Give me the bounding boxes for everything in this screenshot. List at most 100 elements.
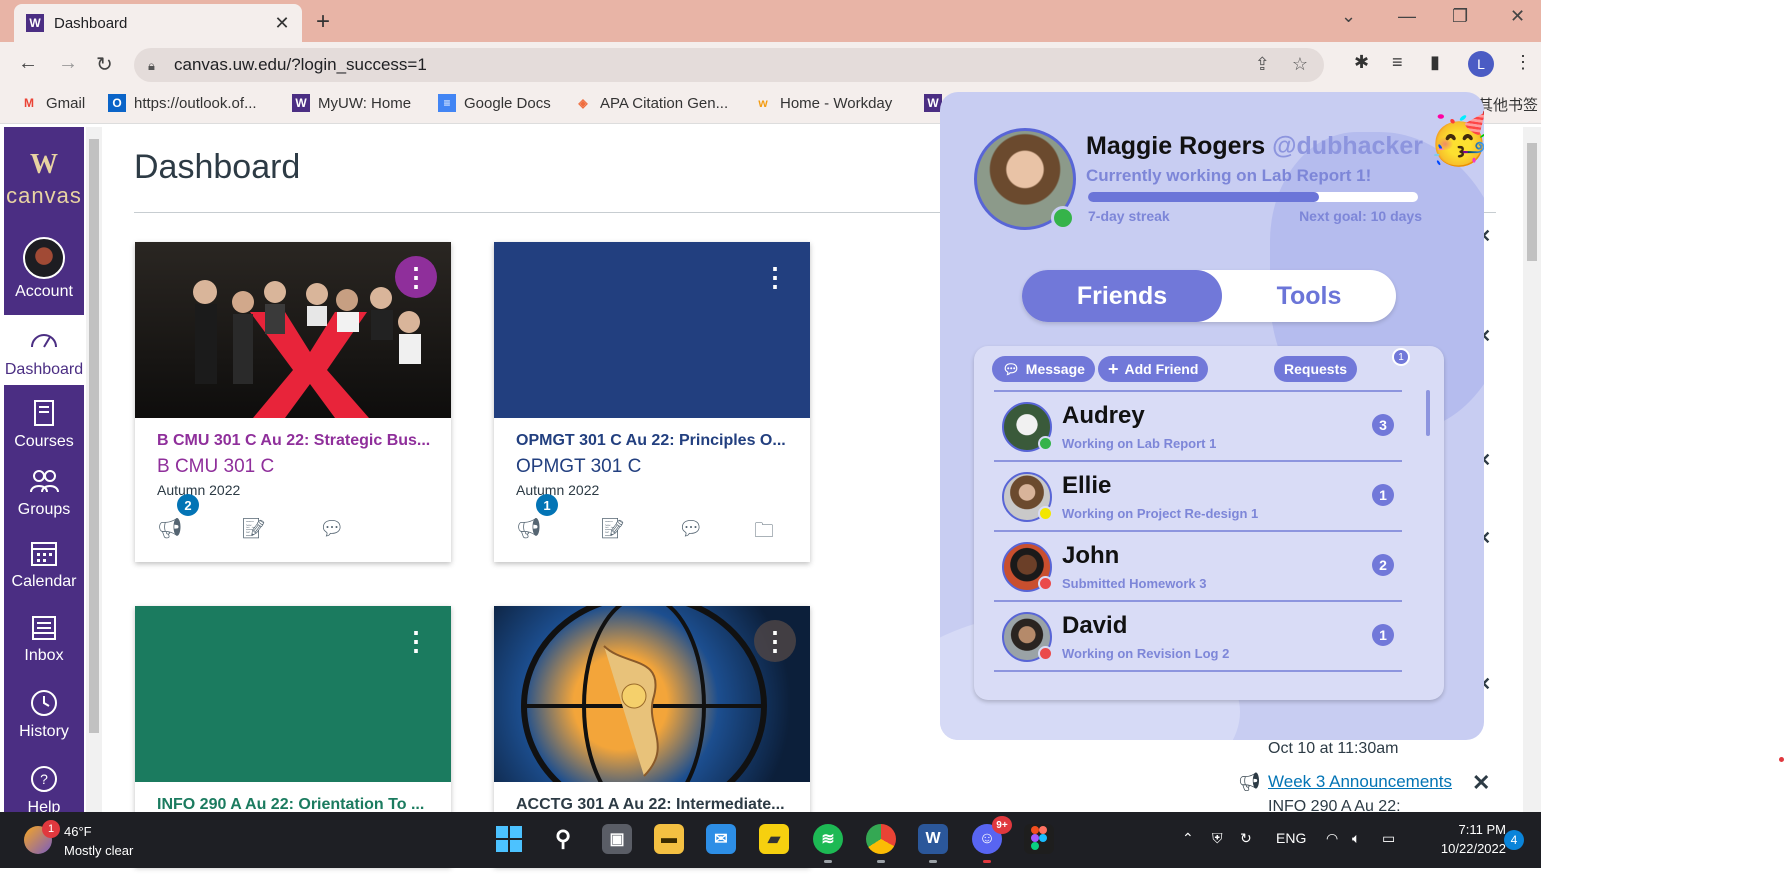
- course-card[interactable]: ⋮ B CMU 301 C Au 22: Strategic Bus... B …: [135, 242, 451, 562]
- sync-icon[interactable]: ↻: [1240, 830, 1252, 847]
- language-indicator[interactable]: ENG: [1276, 830, 1306, 846]
- friend-row-john[interactable]: John Submitted Homework 3 2: [994, 532, 1402, 602]
- course-card-image[interactable]: ⋮: [494, 242, 810, 418]
- nav-scrollbar-thumb[interactable]: [89, 139, 99, 733]
- bookmark-apa[interactable]: ◈ APA Citation Gen...: [574, 94, 728, 112]
- discussions-icon[interactable]: 💬︎: [678, 516, 704, 540]
- nav-courses[interactable]: Courses: [4, 397, 84, 451]
- start-icon[interactable]: [494, 824, 524, 854]
- close-tab-icon[interactable]: ✕: [268, 13, 296, 34]
- files-icon[interactable]: 🗀︎: [754, 516, 780, 542]
- share-icon[interactable]: ⇪: [1255, 54, 1270, 75]
- bookmark-star-icon[interactable]: ☆: [1292, 54, 1308, 75]
- bookmark-myuw[interactable]: W MyUW: Home: [292, 94, 411, 112]
- panel-tab-switcher: Friends Tools: [1022, 270, 1396, 322]
- sticky-notes-icon[interactable]: ▰: [759, 824, 789, 854]
- bookmark-workday[interactable]: w Home - Workday: [754, 94, 892, 112]
- todo-link[interactable]: Week 3 Announcements: [1268, 772, 1452, 792]
- reload-icon[interactable]: ↻: [96, 52, 113, 77]
- announcements-icon[interactable]: 📢︎: [157, 516, 183, 540]
- back-icon[interactable]: ←: [18, 52, 38, 75]
- profile-handle: @dubhacker: [1272, 132, 1423, 160]
- friends-scrollbar[interactable]: [1426, 390, 1430, 436]
- nav-inbox[interactable]: Inbox: [4, 611, 84, 665]
- new-tab-icon[interactable]: +: [316, 8, 330, 36]
- card-options-icon[interactable]: ⋮: [395, 256, 437, 298]
- notification-badge[interactable]: 4: [1504, 830, 1524, 850]
- friend-row-david[interactable]: David Working on Revision Log 2 1: [994, 602, 1402, 672]
- assignments-icon[interactable]: 📝︎: [241, 516, 267, 540]
- clock-time[interactable]: 7:11 PM: [1440, 822, 1506, 837]
- screen: W Dashboard ✕ + ⌄ — ❐ ✕ ← → ↻ 🔒︎ canvas.…: [0, 0, 1787, 878]
- forward-icon[interactable]: →: [58, 52, 78, 75]
- card-options-icon[interactable]: ⋮: [754, 620, 796, 662]
- course-card-name[interactable]: OPMGT 301 C Au 22: Principles O...: [516, 432, 796, 450]
- reading-list-icon[interactable]: ≡: [1392, 52, 1403, 73]
- address-bar[interactable]: 🔒︎ canvas.uw.edu/?login_success=1 ⇪ ☆: [134, 48, 1324, 82]
- profile-avatar[interactable]: L: [1468, 51, 1494, 77]
- dismiss-todo-icon[interactable]: ✕: [1472, 770, 1490, 796]
- search-icon[interactable]: ⚲: [548, 824, 578, 854]
- add-friend-button[interactable]: + Add Friend: [1098, 356, 1209, 382]
- restore-icon[interactable]: ❐: [1452, 6, 1468, 27]
- bookmark-outlook[interactable]: Ohttps://outlook.of...: [108, 94, 257, 112]
- battery-icon[interactable]: ▭: [1382, 830, 1395, 847]
- page-scrollbar-thumb[interactable]: [1527, 143, 1537, 261]
- word-icon[interactable]: W: [918, 824, 948, 854]
- course-card-image[interactable]: ⋮: [135, 242, 451, 418]
- message-button[interactable]: 💬︎ Message: [992, 356, 1095, 382]
- course-card-image[interactable]: ⋮: [135, 606, 451, 782]
- minimize-icon[interactable]: —: [1398, 6, 1416, 27]
- assignments-icon[interactable]: 📝︎: [600, 516, 626, 540]
- nav-groups[interactable]: Groups: [4, 465, 84, 519]
- tab-friends[interactable]: Friends: [1022, 270, 1222, 322]
- security-icon[interactable]: ⛨: [1212, 830, 1223, 847]
- spotify-icon[interactable]: ≋: [813, 824, 843, 854]
- page-scrollbar[interactable]: [1523, 127, 1541, 813]
- course-card-image[interactable]: ⋮: [494, 606, 810, 782]
- weather-desc[interactable]: Mostly clear: [64, 843, 133, 858]
- nav-calendar[interactable]: Calendar: [4, 537, 84, 591]
- requests-button[interactable]: Requests: [1274, 356, 1358, 382]
- announcements-icon[interactable]: 📢︎: [516, 516, 542, 540]
- file-explorer-icon[interactable]: ▬: [654, 824, 684, 854]
- course-card-code: OPMGT 301 C: [516, 456, 642, 477]
- task-view-icon[interactable]: ▣: [602, 824, 632, 854]
- course-card[interactable]: ⋮ OPMGT 301 C Au 22: Principles O... OPM…: [494, 242, 810, 562]
- clock-date[interactable]: 10/22/2022: [1420, 841, 1506, 856]
- tray-chevron-icon[interactable]: ⌃: [1182, 830, 1194, 847]
- wifi-icon[interactable]: ◠: [1326, 830, 1338, 847]
- bookmark-gmail[interactable]: M Gmail: [20, 94, 85, 112]
- chrome-icon[interactable]: [866, 824, 896, 854]
- friend-row-audrey[interactable]: Audrey Working on Lab Report 1 3: [994, 392, 1402, 462]
- friend-activity: Working on Project Re-design 1: [1062, 506, 1259, 521]
- tab-search-icon[interactable]: ⌄: [1341, 6, 1356, 27]
- menu-icon[interactable]: ⋮: [1514, 52, 1532, 73]
- friend-name: Ellie: [1062, 472, 1112, 499]
- nav-account[interactable]: Account: [4, 237, 84, 301]
- party-face-icon: 🥳: [1428, 111, 1484, 167]
- calendar-icon: [31, 542, 57, 566]
- nav-dashboard[interactable]: Dashboard: [4, 315, 84, 385]
- side-panel-icon[interactable]: ▮: [1430, 52, 1440, 73]
- friend-name: David: [1062, 612, 1128, 639]
- mail-icon[interactable]: ✉: [706, 824, 736, 854]
- other-bookmarks[interactable]: 其他书签: [1478, 94, 1538, 115]
- extensions-icon[interactable]: ✱: [1354, 52, 1369, 73]
- nav-history[interactable]: History: [4, 687, 84, 741]
- card-options-icon[interactable]: ⋮: [395, 620, 437, 662]
- weather-temp[interactable]: 46°F: [64, 824, 92, 839]
- figma-icon[interactable]: [1024, 824, 1054, 854]
- tab-tools[interactable]: Tools: [1222, 270, 1396, 322]
- card-options-icon[interactable]: ⋮: [754, 256, 796, 298]
- discussions-icon[interactable]: 💬︎: [319, 516, 345, 540]
- browser-tab[interactable]: W Dashboard ✕: [14, 4, 302, 42]
- nav-scrollbar[interactable]: [86, 127, 102, 813]
- close-window-icon[interactable]: ✕: [1510, 6, 1525, 27]
- friend-row-ellie[interactable]: Ellie Working on Project Re-design 1 1: [994, 462, 1402, 532]
- volume-icon[interactable]: 🔈︎: [1352, 830, 1360, 847]
- bookmark-google-docs[interactable]: ≡ Google Docs: [438, 94, 551, 112]
- course-card-name[interactable]: B CMU 301 C Au 22: Strategic Bus...: [157, 432, 437, 450]
- nav-help[interactable]: ? Help: [4, 763, 84, 817]
- canvas-logo[interactable]: W: [4, 149, 84, 181]
